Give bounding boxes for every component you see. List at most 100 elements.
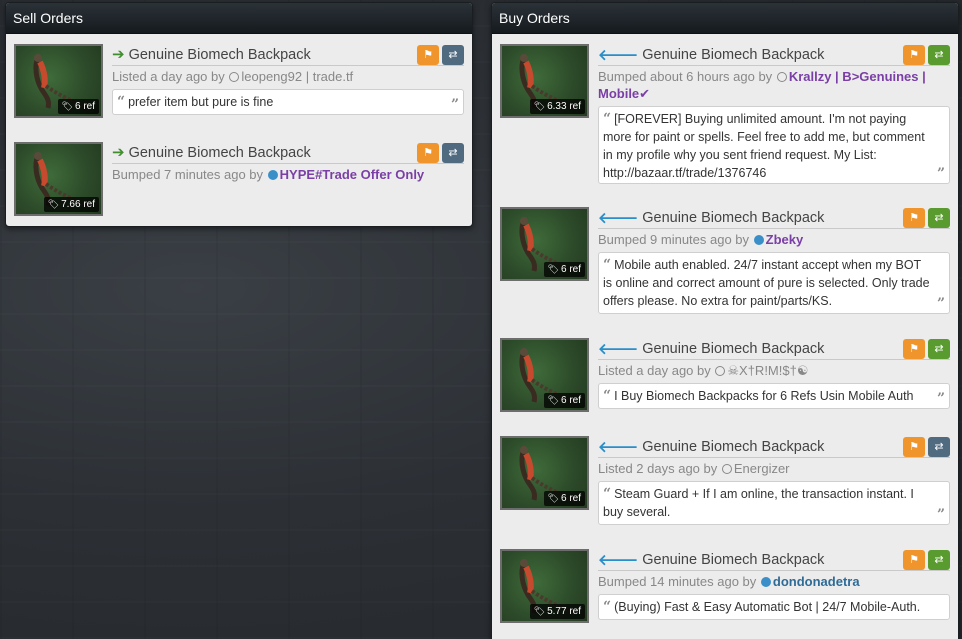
flag-icon: ⚑: [909, 212, 919, 224]
trade-button[interactable]: ⇄: [928, 338, 950, 359]
flag-icon: ⚑: [909, 343, 919, 355]
price-tag: 🏷 6 ref: [543, 393, 585, 408]
listing-meta: Bumped 14 minutes ago by dondonadetra: [598, 574, 860, 589]
item-name[interactable]: Genuine Biomech Backpack: [642, 552, 900, 568]
flag-icon: ⚑: [423, 147, 433, 159]
price-tag: 🏷 7.66 ref: [43, 197, 99, 212]
trade-button[interactable]: ⇄: [928, 549, 950, 570]
offline-status-icon: [229, 72, 240, 82]
item-name[interactable]: Genuine Biomech Backpack: [129, 47, 414, 63]
quote-close-icon: ”: [936, 296, 945, 312]
buy-listing-2: 🏷 6 ref 🡐 Genuine Biomech Backpack ⚑ ⇄ Bu…: [500, 207, 950, 314]
tag-icon: 🏷: [547, 493, 559, 503]
item-thumbnail[interactable]: 🏷 7.66 ref: [14, 142, 103, 216]
quote-open-icon: “: [603, 257, 612, 273]
listing-comment: “(Buying) Fast & Easy Automatic Bot | 24…: [598, 594, 950, 620]
listing-comment: “Steam Guard + If I am online, the trans…: [598, 481, 950, 525]
price-tag: 🏷 6 ref: [543, 491, 585, 506]
arrow-left-icon: 🡐: [598, 551, 639, 569]
buy-orders-panel: Buy Orders 🏷 6.33 ref 🡐 Genuine Biomech B…: [491, 2, 959, 639]
flag-button[interactable]: ⚑: [903, 436, 925, 457]
swap-icon: ⇄: [448, 49, 458, 61]
online-status-icon: [760, 577, 771, 587]
item-thumbnail[interactable]: 🏷 5.77 ref: [500, 549, 589, 623]
flag-button[interactable]: ⚑: [903, 338, 925, 359]
user-link[interactable]: HYPE#Trade Offer Only: [280, 167, 425, 182]
sell-listing-1: 🏷 6 ref ➔ Genuine Biomech Backpack ⚑ ⇄ Li…: [14, 44, 464, 118]
flag-icon: ⚑: [909, 441, 919, 453]
item-name[interactable]: Genuine Biomech Backpack: [642, 341, 900, 357]
swap-icon: ⇄: [934, 49, 944, 61]
flag-icon: ⚑: [909, 554, 919, 566]
trade-button[interactable]: ⇄: [442, 44, 464, 65]
listing-meta: Bumped 9 minutes ago by Zbeky: [598, 232, 804, 247]
sell-listing-2: 🏷 7.66 ref ➔ Genuine Biomech Backpack ⚑ ⇄…: [14, 142, 464, 216]
swap-icon: ⇄: [934, 441, 944, 453]
item-thumbnail[interactable]: 🏷 6 ref: [500, 338, 589, 412]
trade-button[interactable]: ⇄: [442, 142, 464, 163]
swap-icon: ⇄: [934, 212, 944, 224]
offline-status-icon: [721, 464, 732, 474]
tag-icon: 🏷: [533, 606, 546, 616]
user-link[interactable]: ☠X†R!M!$†☯: [727, 363, 808, 378]
listing-comment: “Mobile auth enabled. 24/7 instant accep…: [598, 252, 950, 314]
item-name[interactable]: Genuine Biomech Backpack: [642, 47, 900, 63]
arrow-right-icon: ➔: [112, 46, 125, 63]
quote-open-icon: “: [603, 111, 612, 127]
listing-meta: Bumped 7 minutes ago by HYPE#Trade Offer…: [112, 167, 425, 182]
buy-listing-4: 🏷 6 ref 🡐 Genuine Biomech Backpack ⚑ ⇄ Li…: [500, 436, 950, 525]
listing-comment: “I Buy Biomech Backpacks for 6 Refs Usin…: [598, 383, 950, 409]
price-tag: 🏷 6 ref: [543, 262, 585, 277]
trade-button[interactable]: ⇄: [928, 44, 950, 65]
trade-button[interactable]: ⇄: [928, 207, 950, 228]
arrow-left-icon: 🡐: [598, 340, 639, 358]
online-status-icon: [267, 170, 278, 180]
item-name[interactable]: Genuine Biomech Backpack: [129, 145, 414, 161]
item-thumbnail[interactable]: 🏷 6 ref: [14, 44, 103, 118]
user-link[interactable]: Energizer: [734, 461, 790, 476]
user-link[interactable]: leopeng92 | trade.tf: [241, 69, 353, 84]
user-link[interactable]: Zbeky: [766, 232, 804, 247]
trade-button[interactable]: ⇄: [928, 436, 950, 457]
listing-meta: Listed a day ago by ☠X†R!M!$†☯: [598, 363, 809, 378]
quote-close-icon: ”: [450, 97, 459, 113]
item-thumbnail[interactable]: 🏷 6 ref: [500, 436, 589, 510]
item-thumbnail[interactable]: 🏷 6 ref: [500, 207, 589, 281]
tag-icon: 🏷: [61, 101, 73, 111]
price-tag: 🏷 5.77 ref: [529, 604, 585, 619]
flag-button[interactable]: ⚑: [417, 44, 439, 65]
flag-button[interactable]: ⚑: [903, 44, 925, 65]
buy-listing-3: 🏷 6 ref 🡐 Genuine Biomech Backpack ⚑ ⇄ Li…: [500, 338, 950, 412]
item-name[interactable]: Genuine Biomech Backpack: [642, 439, 900, 455]
swap-icon: ⇄: [448, 147, 458, 159]
quote-close-icon: ”: [936, 391, 945, 407]
tag-icon: 🏷: [533, 101, 546, 111]
quote-open-icon: “: [603, 388, 612, 404]
listing-comment: “prefer item but pure is fine ”: [112, 89, 464, 115]
item-name[interactable]: Genuine Biomech Backpack: [642, 210, 900, 226]
buy-listing-5: 🏷 5.77 ref 🡐 Genuine Biomech Backpack ⚑ ⇄…: [500, 549, 950, 623]
quote-close-icon: ”: [936, 507, 945, 523]
swap-icon: ⇄: [934, 343, 944, 355]
arrow-left-icon: 🡐: [598, 438, 639, 456]
flag-button[interactable]: ⚑: [903, 549, 925, 570]
item-thumbnail[interactable]: 🏷 6.33 ref: [500, 44, 589, 118]
user-link[interactable]: dondonadetra: [773, 574, 860, 589]
quote-open-icon: “: [603, 486, 612, 502]
flag-button[interactable]: ⚑: [417, 142, 439, 163]
listing-meta: Bumped about 6 hours ago by Krallzy | B>…: [598, 69, 926, 101]
offline-status-icon: [776, 72, 787, 82]
swap-icon: ⇄: [934, 554, 944, 566]
flag-icon: ⚑: [909, 49, 919, 61]
flag-icon: ⚑: [423, 49, 433, 61]
listing-meta: Listed a day ago by leopeng92 | trade.tf: [112, 69, 354, 84]
buy-listing-1: 🏷 6.33 ref 🡐 Genuine Biomech Backpack ⚑ ⇄…: [500, 44, 950, 184]
flag-button[interactable]: ⚑: [903, 207, 925, 228]
arrow-right-icon: ➔: [112, 144, 125, 161]
listing-comment: “[FOREVER] Buying unlimited amount. I'm …: [598, 106, 950, 184]
sell-orders-header: Sell Orders: [6, 3, 472, 34]
tag-icon: 🏷: [547, 395, 559, 405]
arrow-left-icon: 🡐: [598, 209, 639, 227]
sell-orders-panel: Sell Orders 🏷 6 ref ➔ Genuine Biomech Bac…: [5, 2, 473, 227]
listing-meta: Listed 2 days ago by Energizer: [598, 461, 790, 476]
